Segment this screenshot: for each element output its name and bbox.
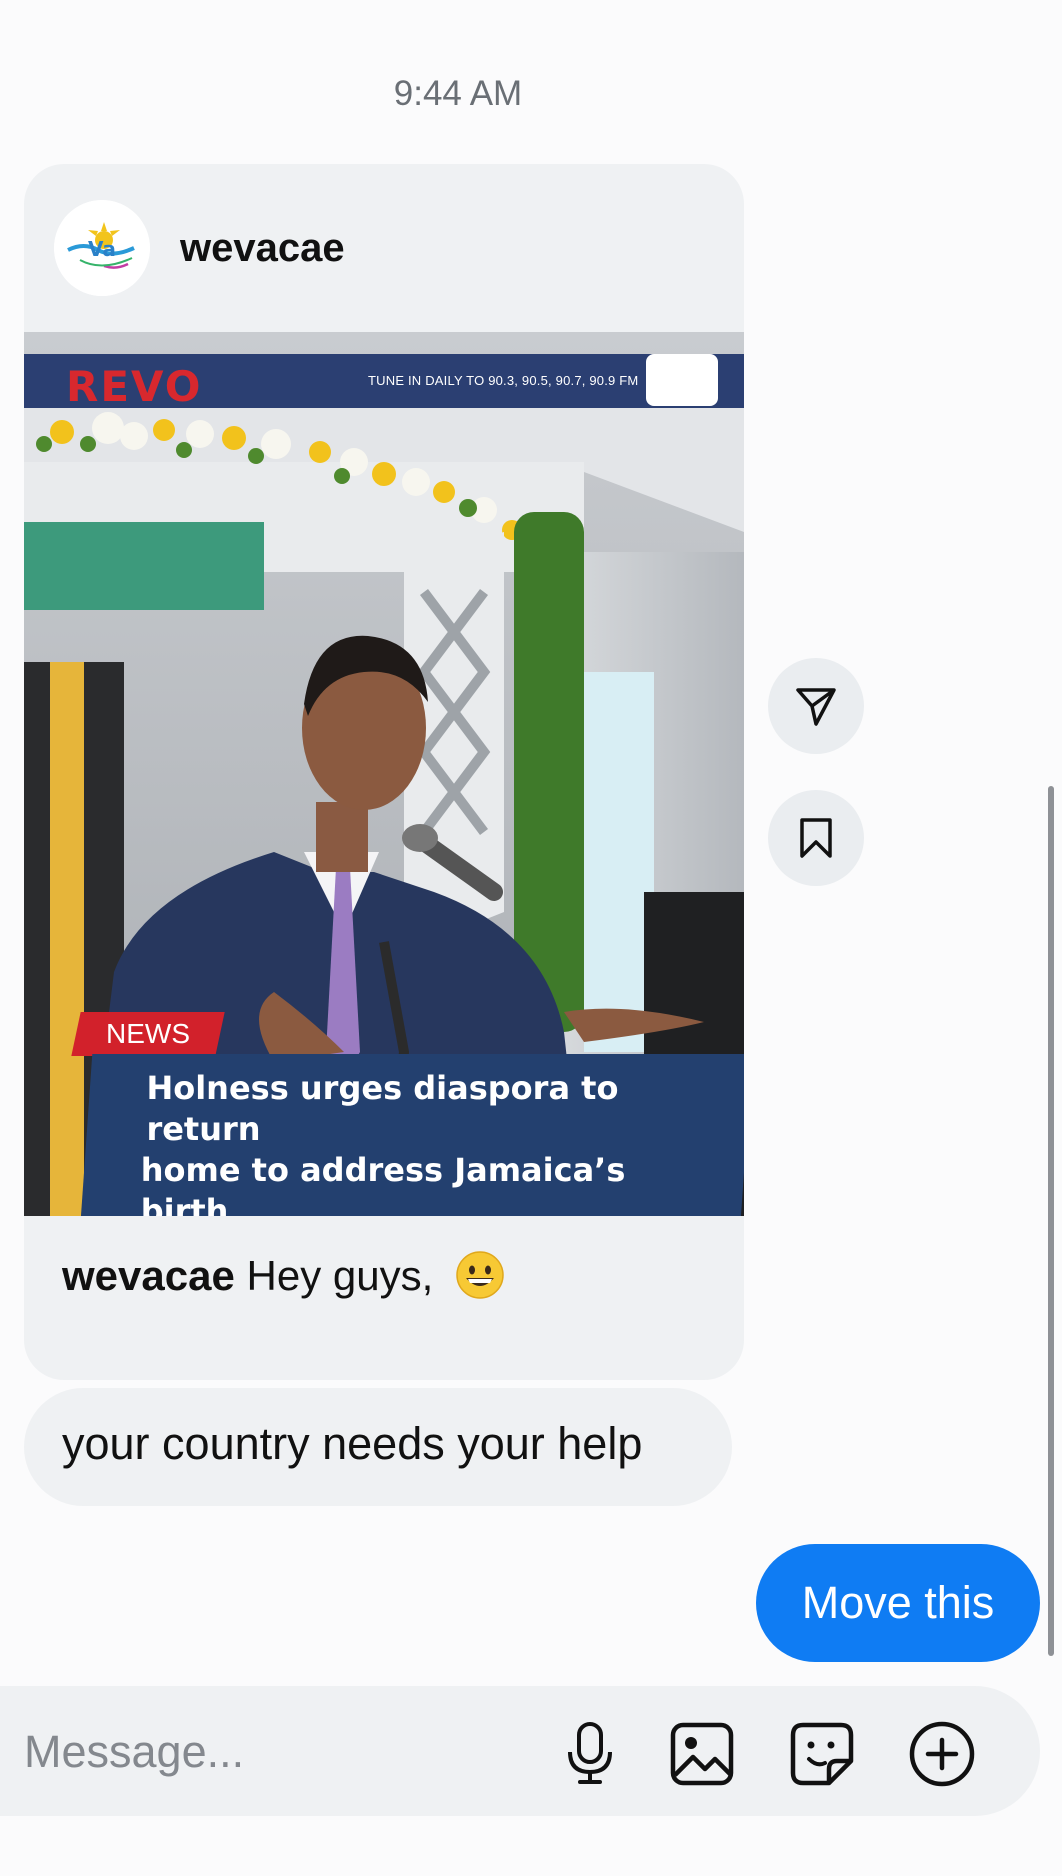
- sticker-button[interactable]: [788, 1720, 856, 1788]
- microphone-icon: [568, 1722, 612, 1784]
- post-caption: wevacae Hey guys,: [62, 1250, 505, 1300]
- message-composer: [0, 1686, 1040, 1816]
- revo-logo: REVO: [66, 362, 203, 411]
- tune-in-text: TUNE IN DAILY TO 90.3, 90.5, 90.7, 90.9 …: [368, 373, 639, 388]
- more-options-button[interactable]: [908, 1720, 976, 1788]
- vacae-logo-icon: Va: [54, 200, 150, 296]
- scrollbar[interactable]: [1048, 786, 1054, 1656]
- message-timestamp: 9:44 AM: [393, 74, 523, 113]
- headline-line: home to address Jamaica’s birth: [140, 1151, 626, 1216]
- incoming-message[interactable]: your country needs your help: [24, 1388, 732, 1506]
- news-headline: Holness urges diaspora to return home to…: [75, 1054, 744, 1216]
- save-post-button[interactable]: [768, 790, 864, 886]
- svg-text:Va: Va: [88, 237, 116, 261]
- paper-plane-icon: [796, 688, 836, 726]
- grinning-face-emoji-icon: [456, 1251, 504, 1299]
- shared-post-card[interactable]: Va wevacae REVO TUNE IN DAILY TO 90.3, 9…: [24, 164, 744, 1380]
- post-author-avatar[interactable]: Va: [54, 200, 150, 296]
- gallery-button[interactable]: [668, 1720, 736, 1788]
- gallery-icon: [670, 1722, 734, 1786]
- message-input[interactable]: [24, 1722, 524, 1782]
- share-button[interactable]: [768, 658, 864, 754]
- channel-logo-icon: [646, 354, 718, 406]
- plus-circle-icon: [909, 1721, 975, 1787]
- caption-text: Hey guys,: [246, 1252, 434, 1299]
- outgoing-message[interactable]: Move this: [756, 1544, 1040, 1662]
- post-header[interactable]: Va wevacae: [24, 164, 744, 332]
- bookmark-icon: [800, 818, 832, 858]
- post-author-name[interactable]: wevacae: [180, 226, 345, 271]
- caption-username[interactable]: wevacae: [62, 1252, 235, 1299]
- news-tag: NEWS: [71, 1012, 225, 1056]
- headline-line: Holness urges diaspora to return: [146, 1069, 619, 1148]
- sticker-icon: [790, 1722, 854, 1786]
- post-image[interactable]: REVO TUNE IN DAILY TO 90.3, 90.5, 90.7, …: [24, 332, 744, 1216]
- voice-message-button[interactable]: [556, 1720, 624, 1788]
